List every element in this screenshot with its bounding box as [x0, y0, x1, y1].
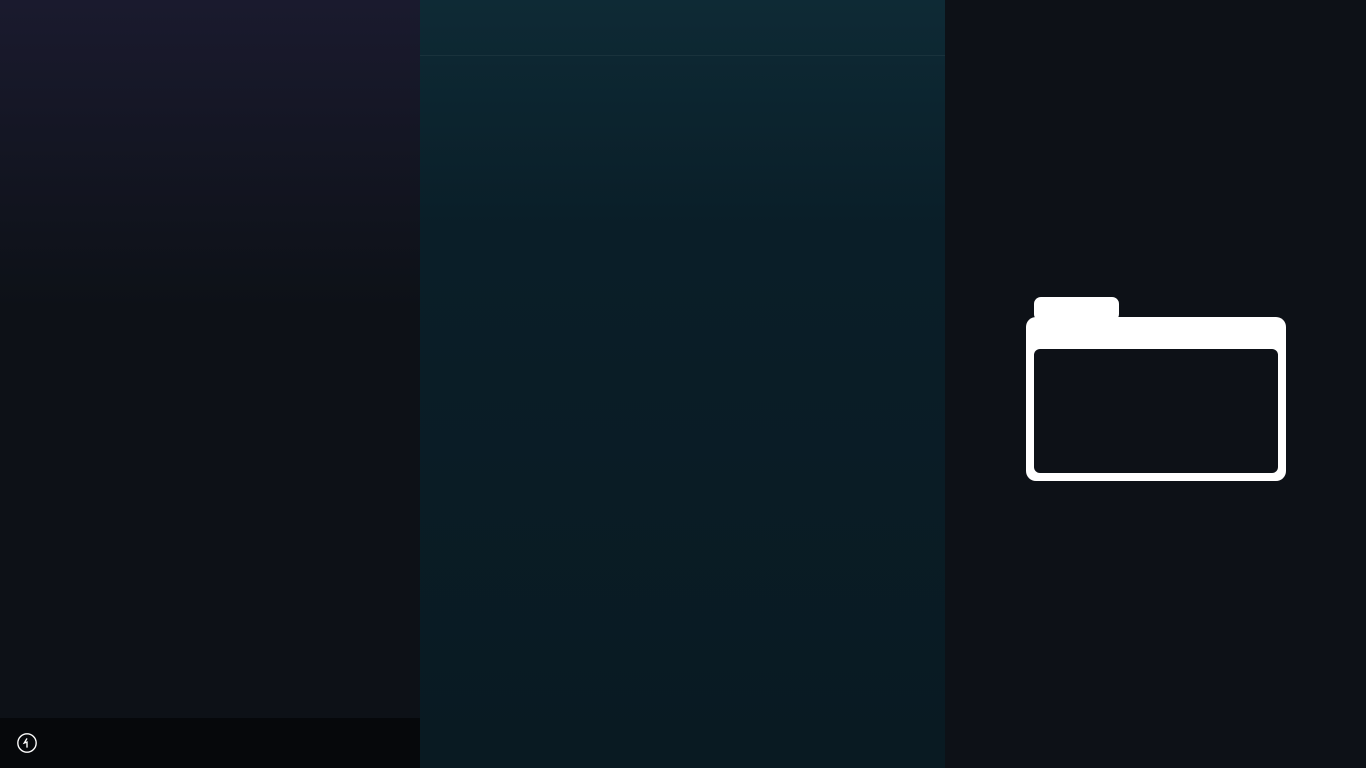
breadcrumb-area — [0, 0, 420, 28]
bottom-bar[interactable] — [0, 718, 420, 768]
section-title — [0, 28, 420, 68]
no-info-text — [0, 128, 420, 168]
left-panel — [0, 0, 420, 768]
middle-panel — [420, 0, 945, 768]
options-icon — [16, 732, 38, 754]
right-panel — [945, 0, 1366, 768]
folder-large-icon — [1026, 279, 1286, 489]
back-item[interactable] — [420, 0, 945, 56]
